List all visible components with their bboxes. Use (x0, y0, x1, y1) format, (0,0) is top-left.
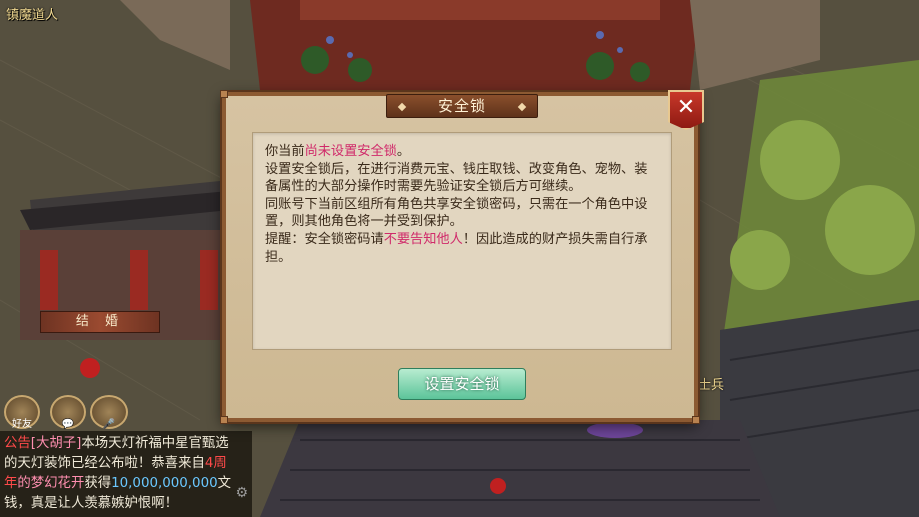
chat-text: 本场天灯祈福中星官甄选 (81, 436, 229, 451)
dialog-content: 你当前尚未设置安全锁。 设置安全锁后，在进行消费元宝、钱庄取钱、改变角色、宠物、… (252, 132, 672, 350)
frame-corner (220, 416, 228, 424)
chat-line: 的天灯装饰已经公布啦！恭喜来自4周 (4, 454, 248, 474)
announcement-tag[interactable]: 公告 (4, 436, 31, 451)
chat-amount: 10,000,000,000 (111, 476, 218, 491)
chat-player-name[interactable]: 的梦幻花开 (17, 476, 84, 491)
chat-line: 年的梦幻花开获得10,000,000,000文 (4, 474, 248, 494)
chat-text: 的天灯装饰已经公布啦！恭喜来自 (4, 456, 205, 471)
frame-corner (220, 90, 228, 98)
gear-icon[interactable]: ⚙ (235, 483, 248, 503)
marry-sign: 结 婚 (40, 311, 160, 333)
voice-button[interactable]: 🎤 (90, 395, 128, 430)
text: 。 (396, 144, 411, 159)
chat-player-name[interactable]: [大胡子] (31, 436, 82, 451)
paragraph-status: 你当前尚未设置安全锁。 (265, 143, 659, 161)
close-icon: ✕ (676, 95, 696, 120)
chat-text: 获得 (84, 476, 112, 491)
chat-line: 公告[大胡子]本场天灯祈福中星官甄选 (4, 434, 248, 454)
chat-text: 文 (217, 476, 231, 491)
chat-line: 钱，真是让人羡慕嫉妒恨啊！ (4, 494, 248, 514)
chat-text: 钱，真是让人羡慕嫉妒恨啊！ (4, 496, 179, 511)
chat-bubble-button[interactable]: 💬 (50, 395, 86, 430)
npc-name-label[interactable]: 镇魔道人 (6, 4, 58, 23)
soldier-label[interactable]: 士兵 (698, 374, 724, 393)
chat-highlight: 年 (4, 476, 18, 491)
chat-highlight: 4周 (204, 456, 227, 471)
chat-panel[interactable]: 公告[大胡子]本场天灯祈福中星官甄选 的天灯装饰已经公布啦！恭喜来自4周 年的梦… (0, 431, 252, 517)
paragraph-description: 设置安全锁后，在进行消费元宝、钱庄取钱、改变角色、宠物、装备属性的大部分操作时需… (265, 161, 648, 195)
set-security-lock-button[interactable]: 设置安全锁 (398, 368, 526, 400)
text: 提醒：安全锁密码请 (265, 231, 384, 247)
frame-corner (692, 416, 700, 424)
chat-bubble-icon: 💬 (61, 419, 75, 430)
microphone-icon: 🎤 (102, 419, 116, 430)
security-lock-dialog: 安全锁 ✕ 你当前尚未设置安全锁。 设置安全锁后，在进行消费元宝、钱庄取钱、改变… (220, 90, 704, 424)
friends-button[interactable]: 好友 (4, 395, 40, 430)
text: 你当前 (265, 144, 305, 159)
close-button[interactable]: ✕ (668, 90, 704, 130)
paragraph-shared: 同账号下当前区组所有角色共享安全锁密码，只需在一个角色中设置，则其他角色将一并受… (265, 196, 648, 230)
status-highlight: 尚未设置安全锁 (304, 144, 397, 159)
reminder-highlight: 不要告知他人 (383, 231, 463, 247)
dialog-title: 安全锁 (386, 94, 538, 118)
paragraph-reminder: 提醒：安全锁密码请不要告知他人！因此造成的财产损失需自行承担。 (265, 231, 659, 266)
friends-button-label: 好友 (12, 419, 32, 430)
